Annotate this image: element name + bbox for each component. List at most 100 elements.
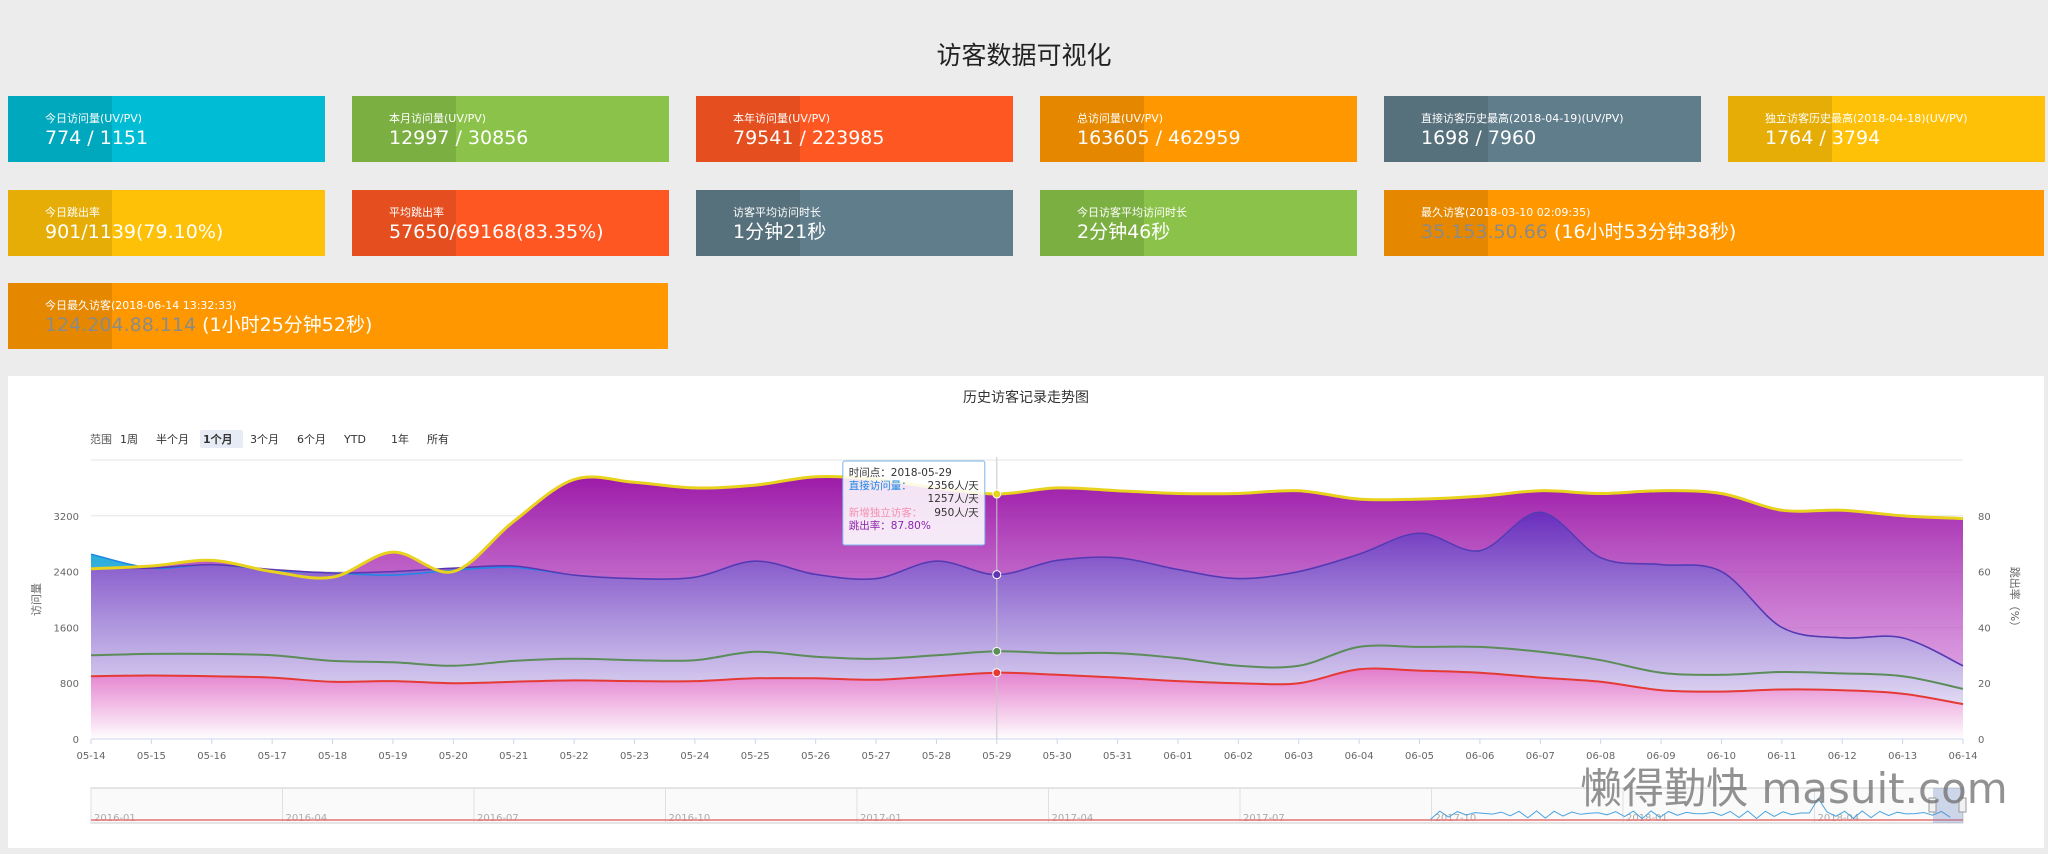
x-tick-label: 05-25 <box>741 751 770 762</box>
stat-label: 总访问量(UV/PV) <box>1077 112 1164 125</box>
stat-card: 今日跳出率 901/1139(79.10%) <box>8 190 325 256</box>
x-tick-label: 05-30 <box>1043 751 1072 762</box>
navigator-label: 2017-01 <box>860 813 902 824</box>
stat-card: 总访问量(UV/PV) 163605 / 462959 <box>1040 96 1357 162</box>
stat-value-text: 1764 / 3794 <box>1765 127 1881 149</box>
stat-value-text: 79541 / 223985 <box>733 127 885 149</box>
tooltip-new-value: 950人/天 <box>934 507 979 519</box>
visitor-ip[interactable]: 124.204.88.114 <box>45 314 196 336</box>
stat-value: 163605 / 462959 <box>1077 126 1357 150</box>
x-tick-label: 06-07 <box>1526 751 1555 762</box>
x-tick-label: 06-04 <box>1345 751 1374 762</box>
navigator-label: 2017-10 <box>1435 813 1477 824</box>
hover-marker <box>992 489 1002 499</box>
y2-axis-title: 跳出率（%） <box>2008 567 2022 632</box>
visitor-ip[interactable]: 35.153.50.66 <box>1421 221 1548 243</box>
hover-marker <box>992 668 1002 678</box>
stat-value: 79541 / 223985 <box>733 126 1013 150</box>
y2-tick-label: 40 <box>1978 623 1991 634</box>
tooltip-direct-label: 直接访问量： <box>849 479 912 492</box>
range-button[interactable]: 3个月 <box>250 433 279 446</box>
navigator-label: 2017-04 <box>1052 813 1094 824</box>
stat-value: 1764 / 3794 <box>1765 126 2045 150</box>
tooltip-direct-value: 2356人/天 <box>928 480 980 492</box>
y-axis-title: 访问量 <box>30 583 43 616</box>
range-button[interactable]: 半个月 <box>156 432 189 446</box>
x-tick-label: 05-21 <box>499 751 528 762</box>
stat-value: 2分钟46秒 <box>1077 220 1357 244</box>
x-tick-label: 05-15 <box>137 751 166 762</box>
stat-label: 本月访问量(UV/PV) <box>389 112 487 125</box>
stat-value-text: 901/1139(79.10%) <box>45 221 224 243</box>
stat-value-text: 1分钟21秒 <box>733 221 827 243</box>
y2-tick-label: 80 <box>1978 512 1991 523</box>
stat-value: 35.153.50.66 (16小时53分钟38秒) <box>1421 220 2044 244</box>
chart-title: 历史访客记录走势图 <box>963 389 1089 406</box>
tooltip-direct-value-2: 1257人/天 <box>928 493 980 505</box>
stat-value-text: 1698 / 7960 <box>1421 127 1537 149</box>
y-tick-label: 800 <box>60 679 79 690</box>
stat-card: 平均跳出率 57650/69168(83.35%) <box>352 190 669 256</box>
stat-label: 本年访问量(UV/PV) <box>733 112 831 125</box>
range-label: 范围 <box>90 432 112 446</box>
y-tick-label: 0 <box>73 735 79 746</box>
y2-tick-label: 60 <box>1978 568 1991 579</box>
x-tick-label: 05-24 <box>680 751 709 762</box>
range-button[interactable]: 1年 <box>391 432 409 446</box>
y-tick-label: 3200 <box>54 512 79 523</box>
page-title: 访客数据可视化 <box>936 41 1112 70</box>
stat-label: 访客平均访问时长 <box>733 206 821 219</box>
stat-label: 平均跳出率 <box>389 206 444 219</box>
range-button[interactable]: 6个月 <box>297 433 326 446</box>
stat-card: 独立访客历史最高(2018-04-18)(UV/PV) 1764 / 3794 <box>1728 96 2045 162</box>
stat-card: 今日访客平均访问时长 2分钟46秒 <box>1040 190 1357 256</box>
x-tick-label: 05-26 <box>801 751 830 762</box>
stat-value-text: 57650/69168(83.35%) <box>389 221 604 243</box>
stat-card: 最久访客(2018-03-10 02:09:35) 35.153.50.66 (1… <box>1384 190 2044 256</box>
range-button[interactable]: 1周 <box>120 433 138 446</box>
stat-value: 12997 / 30856 <box>389 126 669 150</box>
tooltip-new-label: 新增独立访客： <box>849 506 923 519</box>
range-button[interactable]: YTD <box>343 433 366 446</box>
stat-card: 今日最久访客(2018-06-14 13:32:33) 124.204.88.11… <box>8 283 668 349</box>
x-tick-label: 05-28 <box>922 751 951 762</box>
stat-card: 访客平均访问时长 1分钟21秒 <box>696 190 1013 256</box>
tooltip-time: 时间点：2018-05-29 <box>849 466 952 479</box>
x-tick-label: 05-27 <box>862 751 891 762</box>
x-tick-label: 06-02 <box>1224 751 1253 762</box>
x-tick-label: 06-01 <box>1163 751 1192 762</box>
x-tick-label: 05-23 <box>620 751 649 762</box>
stat-label: 今日跳出率 <box>45 206 100 219</box>
x-tick-label: 05-14 <box>76 751 105 762</box>
x-tick-label: 06-06 <box>1465 751 1494 762</box>
stat-card: 本月访问量(UV/PV) 12997 / 30856 <box>352 96 669 162</box>
stat-value-text: 163605 / 462959 <box>1077 127 1241 149</box>
range-button[interactable]: 1个月 <box>203 432 233 446</box>
x-tick-label: 05-20 <box>439 751 468 762</box>
stat-value-text: 12997 / 30856 <box>389 127 529 149</box>
stat-value: 774 / 1151 <box>45 126 325 150</box>
stat-value: 57650/69168(83.35%) <box>389 220 669 244</box>
tooltip-bounce: 跳出率：87.80% <box>849 519 931 532</box>
hover-marker <box>992 646 1002 656</box>
hover-marker <box>992 570 1002 580</box>
stat-card: 今日访问量(UV/PV) 774 / 1151 <box>8 96 325 162</box>
stat-card: 本年访问量(UV/PV) 79541 / 223985 <box>696 96 1013 162</box>
x-tick-label: 05-17 <box>258 751 287 762</box>
x-tick-label: 05-18 <box>318 751 347 762</box>
stat-value: 901/1139(79.10%) <box>45 220 325 244</box>
y2-tick-label: 20 <box>1978 679 1991 690</box>
x-tick-label: 05-22 <box>560 751 589 762</box>
x-tick-label: 05-19 <box>378 751 407 762</box>
x-tick-label: 06-05 <box>1405 751 1434 762</box>
y2-tick-label: 0 <box>1978 735 1984 746</box>
stat-value-text: (1小时25分钟52秒) <box>196 314 373 336</box>
range-button[interactable]: 所有 <box>427 432 449 446</box>
stat-label: 独立访客历史最高(2018-04-18)(UV/PV) <box>1765 112 1968 125</box>
watermark: 懒得勤快 masuit.com <box>1580 764 2008 813</box>
stat-label: 最久访客(2018-03-10 02:09:35) <box>1421 206 1591 219</box>
stat-value: 1698 / 7960 <box>1421 126 1701 150</box>
x-tick-label: 05-16 <box>197 751 226 762</box>
stat-label: 今日最久访客(2018-06-14 13:32:33) <box>45 299 237 312</box>
x-tick-label: 06-03 <box>1284 751 1313 762</box>
